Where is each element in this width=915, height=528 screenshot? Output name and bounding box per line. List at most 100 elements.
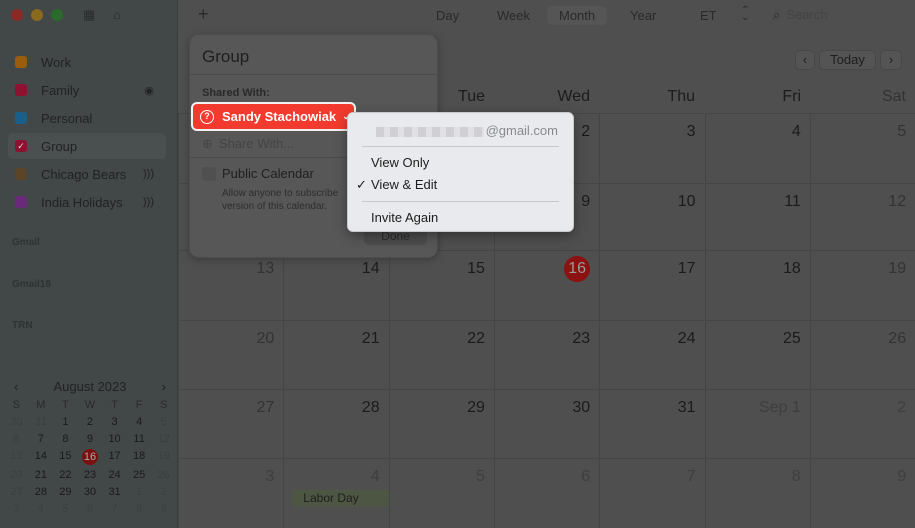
mini-day[interactable]: 22: [53, 468, 78, 482]
mini-day[interactable]: 30: [4, 415, 29, 429]
mini-day[interactable]: 21: [29, 468, 54, 482]
day-cell[interactable]: 21: [283, 320, 389, 389]
mini-day[interactable]: 28: [29, 485, 54, 499]
mini-day[interactable]: 2: [78, 415, 103, 429]
day-cell[interactable]: 26: [809, 320, 915, 389]
calendar-item-family[interactable]: Family ◉: [8, 77, 166, 103]
day-cell[interactable]: 22: [388, 320, 494, 389]
mini-day[interactable]: 6: [4, 432, 29, 446]
mini-day[interactable]: 12: [151, 432, 176, 446]
timezone-label[interactable]: ET: [688, 6, 729, 25]
menu-item-view-only[interactable]: View Only: [371, 155, 429, 170]
minimize-window-button[interactable]: [31, 9, 43, 21]
day-cell[interactable]: 7: [599, 458, 705, 528]
next-month-button[interactable]: ›: [880, 50, 902, 70]
day-cell[interactable]: 6: [493, 458, 600, 528]
menu-item-view-edit[interactable]: View & Edit: [371, 177, 437, 192]
calendar-item-india-holidays[interactable]: India Holidays))): [8, 189, 166, 215]
share-with-field[interactable]: ⊕ Share With...: [202, 136, 294, 152]
mini-day[interactable]: 17: [102, 449, 127, 463]
mini-day[interactable]: 4: [127, 415, 152, 429]
public-calendar-checkbox[interactable]: [202, 167, 216, 181]
day-cell[interactable]: 3: [599, 113, 705, 183]
calendar-item-work[interactable]: Work: [8, 49, 166, 75]
mini-day[interactable]: 5: [53, 502, 78, 516]
day-cell[interactable]: 4: [704, 113, 810, 183]
tab-year[interactable]: Year: [618, 6, 668, 25]
day-cell[interactable]: 20: [178, 320, 284, 389]
day-cell[interactable]: 2: [809, 389, 915, 458]
mini-day[interactable]: 3: [4, 502, 29, 516]
day-cell[interactable]: 3: [178, 458, 284, 528]
search-field[interactable]: ⌕ Search: [773, 7, 827, 23]
day-cell[interactable]: 10: [599, 183, 705, 250]
mini-day[interactable]: 11: [127, 432, 152, 446]
mini-day[interactable]: 13: [4, 449, 29, 463]
calendar-list-icon[interactable]: ▦: [83, 7, 95, 23]
day-cell[interactable]: 31: [599, 389, 705, 458]
checkbox[interactable]: [15, 168, 27, 180]
mini-day[interactable]: 16: [81, 449, 98, 465]
mini-day[interactable]: 2: [151, 485, 176, 499]
mini-day[interactable]: 31: [102, 485, 127, 499]
checkbox[interactable]: [15, 112, 27, 124]
day-cell[interactable]: 25: [704, 320, 810, 389]
day-cell[interactable]: 24: [599, 320, 705, 389]
tab-week[interactable]: Week: [485, 6, 542, 25]
mini-day[interactable]: 25: [127, 468, 152, 482]
mini-day[interactable]: 29: [53, 485, 78, 499]
day-cell[interactable]: 30: [493, 389, 600, 458]
mini-day[interactable]: 20: [4, 468, 29, 482]
day-cell[interactable]: 27: [178, 389, 284, 458]
calendar-item-chicago-bears[interactable]: Chicago Bears))): [8, 161, 166, 187]
mini-day[interactable]: 1: [127, 485, 152, 499]
account-header[interactable]: Gmail18: [12, 279, 51, 290]
mini-next-button[interactable]: ›: [162, 379, 166, 394]
mini-day[interactable]: 8: [127, 502, 152, 516]
share-with-input[interactable]: Share With...: [219, 136, 294, 152]
prev-month-button[interactable]: ‹: [795, 50, 815, 70]
day-cell[interactable]: Sep 1: [704, 389, 810, 458]
mini-day[interactable]: 31: [29, 415, 54, 429]
checkbox-checked[interactable]: ✓: [15, 140, 27, 152]
event-labor-day[interactable]: Labor Day: [292, 490, 391, 507]
checkbox[interactable]: [15, 84, 27, 96]
checkbox[interactable]: [15, 196, 27, 208]
calendar-item-personal[interactable]: Personal: [8, 105, 166, 131]
close-window-button[interactable]: [11, 9, 23, 21]
mini-day[interactable]: 23: [78, 468, 103, 482]
mini-prev-button[interactable]: ‹: [14, 379, 18, 394]
mini-day[interactable]: 6: [78, 502, 103, 516]
day-cell[interactable]: 11: [704, 183, 810, 250]
account-header[interactable]: Gmail: [12, 237, 40, 248]
add-event-button[interactable]: +: [198, 4, 209, 25]
day-cell[interactable]: 29: [388, 389, 494, 458]
mini-day[interactable]: 10: [102, 432, 127, 446]
day-cell[interactable]: 9: [809, 458, 915, 528]
mini-day[interactable]: 3: [102, 415, 127, 429]
mini-day[interactable]: 18: [127, 449, 152, 463]
checkbox[interactable]: [15, 56, 27, 68]
search-input[interactable]: Search: [786, 7, 827, 23]
day-cell[interactable]: 8: [704, 458, 810, 528]
tab-month[interactable]: Month: [547, 6, 608, 25]
mini-day[interactable]: 9: [78, 432, 103, 446]
mini-day[interactable]: 15: [53, 449, 78, 463]
mini-day[interactable]: 1: [53, 415, 78, 429]
mini-day[interactable]: 19: [151, 449, 176, 463]
day-cell[interactable]: 12: [809, 183, 915, 250]
day-cell[interactable]: 28: [283, 389, 389, 458]
calendar-item-group[interactable]: ✓ Group: [8, 133, 166, 159]
day-cell[interactable]: 5: [388, 458, 494, 528]
sharee-chip[interactable]: ? Sandy Stachowiak ⌄: [191, 102, 356, 131]
zoom-window-button[interactable]: [51, 9, 63, 21]
day-cell[interactable]: 13: [178, 250, 284, 320]
mini-day[interactable]: 8: [53, 432, 78, 446]
day-cell[interactable]: 5: [809, 113, 915, 183]
mini-day[interactable]: 5: [151, 415, 176, 429]
day-cell[interactable]: 14: [283, 250, 389, 320]
mini-day[interactable]: 7: [102, 502, 127, 516]
day-cell[interactable]: 19: [809, 250, 915, 320]
mini-day[interactable]: 26: [151, 468, 176, 482]
day-cell[interactable]: 17: [599, 250, 705, 320]
